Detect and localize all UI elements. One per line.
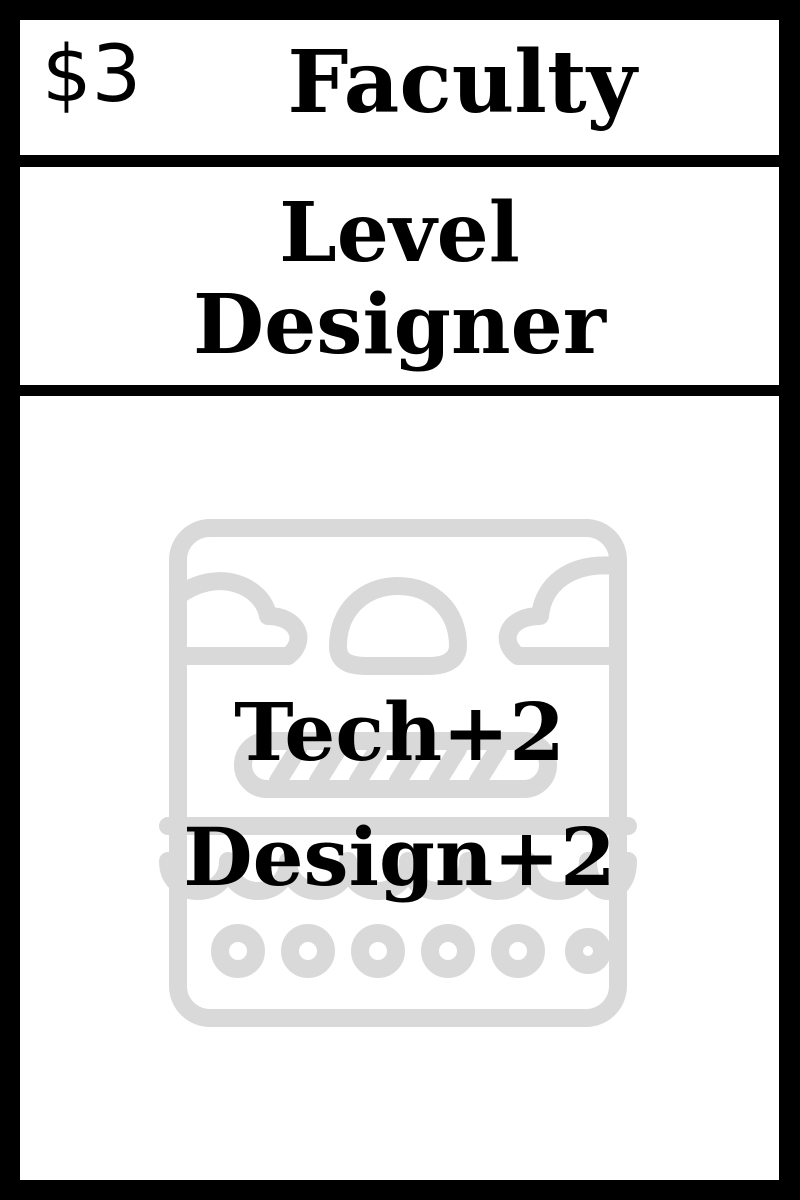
card-title-panel: Level Designer — [20, 167, 779, 385]
effect-design: Design+2 — [183, 810, 616, 904]
card-header: $3 Faculty — [20, 20, 779, 155]
game-card: $3 Faculty Level Designer Tech+2 Design+… — [0, 0, 800, 1200]
effect-tech: Tech+2 — [234, 685, 565, 779]
card-name: Level Designer — [20, 187, 779, 371]
card-category: Faculty — [287, 32, 637, 133]
card-body: Tech+2 Design+2 — [20, 396, 779, 1180]
card-cost: $3 — [42, 30, 142, 120]
card-name-line: Level — [279, 185, 520, 281]
card-effects: Tech+2 Design+2 — [20, 670, 779, 920]
card-name-line: Designer — [193, 277, 606, 373]
